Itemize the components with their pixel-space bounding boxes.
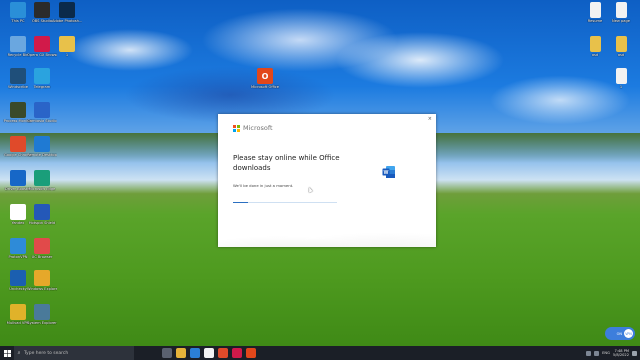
desktop-shortcut-label: 1 [65,53,69,57]
start-button[interactable] [0,346,14,360]
desktop-shortcut-label: New page [612,19,630,23]
taskbar-search-box[interactable]: ⌕ Type here to search [14,346,134,360]
chrome-icon [10,136,26,152]
download-progress-bar [233,202,337,203]
search-icon: ⌕ [17,350,21,356]
volume-icon[interactable] [594,350,600,356]
system-explorer-icon [34,304,50,320]
recycle-bin-icon [10,36,26,52]
taskbar-pinned-apps [162,348,256,358]
desktop-shortcut-label: asd [617,53,625,57]
explorer-icon [34,270,50,286]
desktop-shortcut[interactable]: 1 [606,68,636,89]
desktop-shortcut-label: Hotspot Shield [28,221,56,225]
desktop-shortcut[interactable]: Windows Explorer [27,270,57,291]
network-icon[interactable] [586,350,592,356]
document-icon [615,2,627,18]
remote-desktop-icon [34,136,50,152]
computer-icon [10,2,26,18]
desktop-shortcut[interactable]: UC Browser [27,238,57,259]
vpn-toggle-label: ON [616,331,622,336]
telegram-icon [34,68,50,84]
windows-icon [3,349,11,357]
desktop-shortcut-label: Microsoft Edge [28,187,56,191]
folder-icon [59,36,75,52]
desktop-shortcut[interactable]: Remote Desktop [27,136,57,157]
photoshop-icon [59,2,75,18]
office-icon: O [257,68,273,84]
desktop-shortcut[interactable]: New page [606,2,636,23]
desktop-shortcut-label: Camtasia Studio [27,119,57,123]
file-explorer-icon[interactable] [176,348,186,358]
taskbar: ⌕ Type here to search ENG 7:48 PM 5/8/20… [0,346,640,360]
folder-icon [615,36,627,52]
windscribe-icon [10,68,26,84]
desktop-shortcut[interactable]: Camtasia Studio [27,102,57,123]
opera-gx-icon [34,36,50,52]
desktop-shortcut-label: Remote Desktop [27,153,57,157]
desktop-shortcut-label: System Explorer [27,321,57,325]
desktop-shortcut[interactable]: Microsoft Edge [27,170,57,191]
document-icon [589,2,601,18]
dialog-wave-decoration [218,197,436,247]
desktop-shortcut[interactable]: asd [606,36,636,57]
unchecky-icon [10,270,26,286]
task-view-icon[interactable] [162,348,172,358]
clock-date: 5/8/2022 [612,353,629,357]
clock[interactable]: 7:48 PM 5/8/2022 [613,349,629,357]
desktop-shortcut-label: Telegram [33,85,51,89]
obs-icon [34,2,50,18]
notification-icon[interactable] [632,350,637,356]
download-progress-fill [233,202,248,203]
desktop-shortcut-label: Adobe Photosh... [52,19,82,23]
office-installer-dialog: Microsoft × Please stay online while Off… [218,114,436,247]
dialog-subtitle: We'll be done in just a moment. [233,183,294,188]
svg-text:W: W [384,170,389,176]
desktop-shortcut[interactable]: System Explorer [27,304,57,325]
close-button[interactable]: × [428,116,432,122]
office-desktop-shortcut[interactable]: O Microsoft Office [250,68,280,89]
mullvad-icon [10,304,26,320]
desktop-shortcut-label: Windows Explorer [27,287,57,291]
desktop-shortcut-label: UC Browser [31,255,53,259]
vpn-toggle-knob: VPN [624,329,633,338]
yandex-taskbar-icon[interactable] [204,348,214,358]
yandex-icon [10,204,26,220]
search-placeholder: Type here to search [24,350,69,356]
desktop: This PC OBS Studio Adobe Photosh... Recycle… [0,0,640,346]
hotspot-icon [34,204,50,220]
folder-icon [589,36,601,52]
desktop-shortcut-label: 1 [619,85,623,89]
desktop-shortcut[interactable]: 1 [52,36,82,57]
desktop-shortcut[interactable]: Telegram [27,68,57,89]
driver-booster-icon [10,170,26,186]
vpn-toggle[interactable]: ON VPN [605,327,635,340]
microsoft-brand-label: Microsoft [243,124,273,132]
protonvpn-icon [10,238,26,254]
edge-taskbar-icon[interactable] [190,348,200,358]
desktop-shortcut[interactable]: Adobe Photosh... [52,2,82,23]
language-indicator[interactable]: ENG [602,351,610,355]
dialog-title: Please stay online while Office download… [233,154,340,172]
opera-taskbar-icon[interactable] [232,348,242,358]
word-icon: W [382,166,395,178]
camtasia-icon [34,102,50,118]
uc-browser-icon [34,238,50,254]
office-shortcut-label: Microsoft Office [251,85,279,89]
desktop-shortcut[interactable]: Hotspot Shield [27,204,57,225]
process-monitor-icon [10,102,26,118]
chrome-taskbar-icon[interactable] [218,348,228,358]
document-icon [615,68,627,84]
microsoft-logo-icon [233,125,240,132]
system-tray: ENG 7:48 PM 5/8/2022 [586,346,637,360]
office-taskbar-icon[interactable] [246,348,256,358]
edge-icon [34,170,50,186]
